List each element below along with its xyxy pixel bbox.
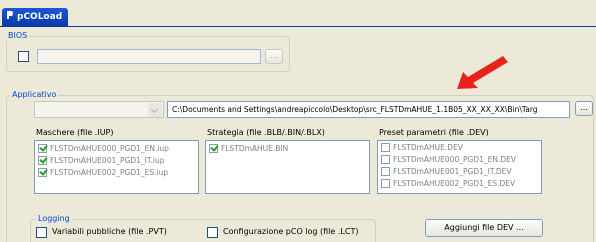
list-item[interactable]: FLSTDmAHUE002_PGD1_ES.iup: [38, 168, 168, 178]
list-item[interactable]: FLSTDmAHUE002_PGD1_ES.DEV: [381, 179, 515, 189]
variabili-checkbox[interactable]: [36, 227, 47, 238]
preset-list[interactable]: FLSTDmAHUE.DEV FLSTDmAHUE000_PGD1_EN.DEV…: [377, 140, 542, 194]
pcoload-window: pCOLoad BIOS ... Applicativo C:\Document…: [0, 0, 596, 242]
list-item[interactable]: FLSTDmAHUE.BIN: [209, 144, 288, 154]
applicativo-path-field[interactable]: C:\Documents and Settings\andreapiccolo\…: [167, 101, 570, 118]
list-item[interactable]: FLSTDmAHUE000_PGD1_EN.DEV: [381, 155, 516, 165]
list-item[interactable]: FLSTDmAHUE000_PGD1_EN.iup: [38, 144, 169, 154]
item-checkbox[interactable]: [381, 167, 390, 176]
applicativo-path-value: C:\Documents and Settings\andreapiccolo\…: [172, 105, 538, 114]
logging-group-label: Logging: [36, 214, 72, 224]
item-checkbox[interactable]: [38, 156, 47, 165]
maschere-title: Maschere (file .IUP): [36, 128, 114, 137]
maschere-list[interactable]: FLSTDmAHUE000_PGD1_EN.iup FLSTDmAHUE001_…: [34, 140, 199, 194]
bios-checkbox[interactable]: [18, 51, 29, 62]
applicativo-group-label: Applicativo: [10, 90, 59, 100]
item-checkbox[interactable]: [381, 179, 390, 188]
bios-group-label: BIOS: [6, 31, 30, 41]
applicativo-browse-button[interactable]: ...: [575, 101, 593, 116]
bios-path-field[interactable]: [37, 49, 261, 64]
item-checkbox[interactable]: [381, 155, 390, 164]
chevron-down-icon[interactable]: [148, 103, 162, 117]
tab-title: pCOLoad: [17, 12, 63, 22]
item-checkbox[interactable]: [381, 143, 390, 152]
strategia-list[interactable]: FLSTDmAHUE.BIN: [205, 140, 370, 194]
list-item[interactable]: FLSTDmAHUE001_PGD1_IT.DEV: [381, 167, 512, 177]
red-arrow-icon: [457, 56, 508, 89]
list-item[interactable]: FLSTDmAHUE.DEV: [381, 143, 463, 153]
list-item[interactable]: FLSTDmAHUE001_PGD1_IT.iup: [38, 156, 165, 166]
applicativo-combo[interactable]: [34, 101, 164, 118]
tab-underline: [0, 26, 596, 27]
tab-bar: pCOLoad: [0, 0, 596, 26]
aggiungi-dev-button[interactable]: Aggiungi file DEV ...: [425, 219, 543, 237]
preset-title: Preset parametri (file .DEV): [379, 128, 489, 137]
strategia-title: Strategia (file .BLB/.BIN/.BLX): [207, 128, 325, 137]
item-checkbox[interactable]: [38, 168, 47, 177]
item-checkbox[interactable]: [38, 144, 47, 153]
variabili-label: Variabili pubbliche (file .PVT): [52, 227, 167, 236]
configurazione-label: Configurazione pCO log (file .LCT): [223, 227, 359, 236]
tab-pcoload[interactable]: pCOLoad: [2, 8, 68, 26]
pcoload-app-icon: [6, 9, 14, 19]
bios-browse-button[interactable]: ...: [265, 49, 283, 64]
item-checkbox[interactable]: [209, 144, 218, 153]
configurazione-checkbox[interactable]: [207, 227, 218, 238]
